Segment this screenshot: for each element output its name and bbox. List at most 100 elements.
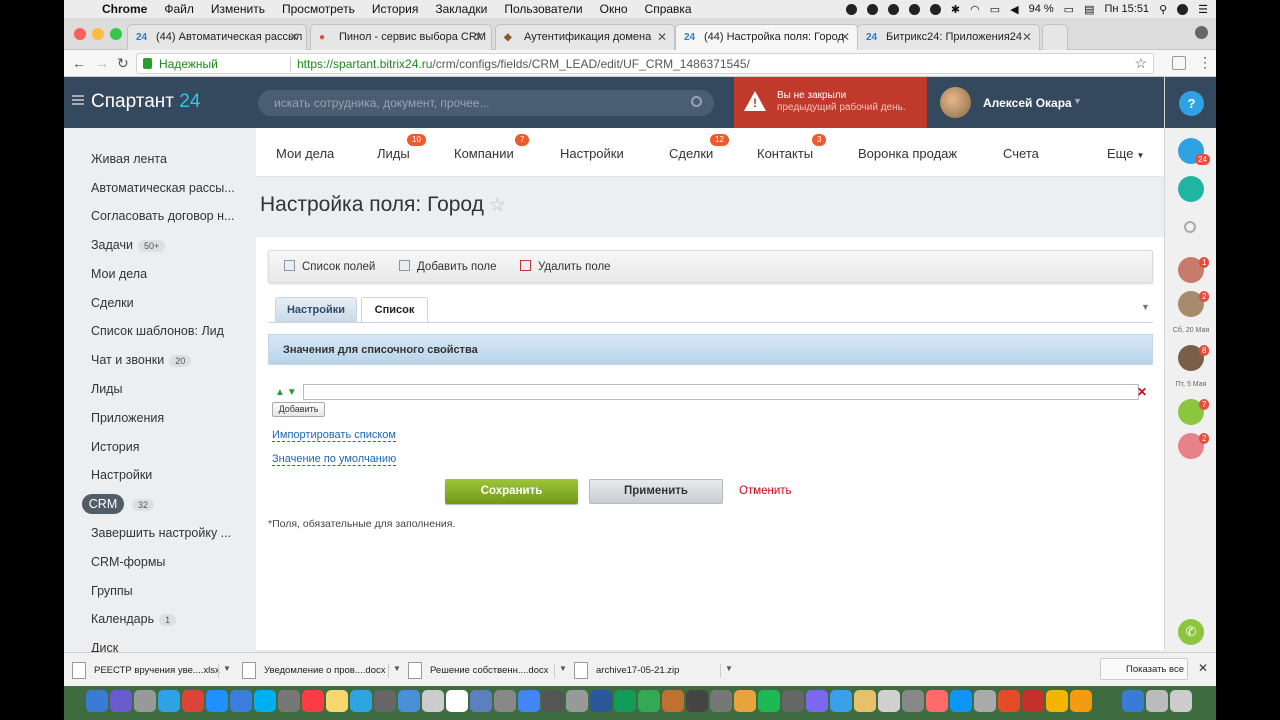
app-icon[interactable] <box>542 690 564 712</box>
music-icon[interactable] <box>302 690 324 712</box>
app-icon[interactable] <box>1146 690 1168 712</box>
word-icon[interactable] <box>590 690 612 712</box>
omnibox[interactable]: Надежный https://spartant.bitrix24.ru/cr… <box>136 53 1154 74</box>
app-icon[interactable] <box>1022 690 1044 712</box>
sidebar-item-finish-setup[interactable]: Завершить настройку ... <box>91 526 231 540</box>
menu-history[interactable]: История <box>372 2 419 16</box>
bluetooth-icon[interactable]: ✱ <box>951 3 960 16</box>
status-app-icon[interactable] <box>887 3 899 15</box>
app-icon[interactable] <box>518 690 540 712</box>
app-icon[interactable] <box>926 690 948 712</box>
sidebar-item-chat[interactable]: Чат и звонки 20 <box>91 353 192 367</box>
app-icon[interactable] <box>998 690 1020 712</box>
menu-users[interactable]: Пользователи <box>504 2 582 16</box>
sidebar-item-crm-forms[interactable]: CRM-формы <box>91 555 165 569</box>
portal-logo[interactable]: Спартант 24 <box>91 91 200 113</box>
menu-edit[interactable]: Изменить <box>211 2 265 16</box>
close-tab-icon[interactable]: ✕ <box>840 30 850 44</box>
system-preferences-icon[interactable] <box>974 690 996 712</box>
menu-burger-icon[interactable] <box>72 95 84 105</box>
phone-icon[interactable]: ✆ <box>1178 619 1204 645</box>
minimize-window-button[interactable] <box>92 28 104 40</box>
status-app-icon[interactable] <box>908 3 920 15</box>
launchpad-icon[interactable] <box>134 690 156 712</box>
app-icon[interactable] <box>422 690 444 712</box>
sidebar-item-calendar[interactable]: Календарь 1 <box>91 612 177 626</box>
app-icon[interactable] <box>614 690 636 712</box>
add-field-button[interactable]: Добавить поле <box>399 260 497 273</box>
chrome-icon[interactable] <box>182 690 204 712</box>
sidebar-item-crm[interactable]: CRM <box>82 494 124 514</box>
safari-icon[interactable] <box>206 690 228 712</box>
topmenu-funnel[interactable]: Воронка продаж <box>858 146 957 161</box>
download-item[interactable]: Решение собственн....docx ▼ <box>408 659 567 683</box>
favorite-star-icon[interactable]: ☆ <box>489 195 506 216</box>
delete-value-icon[interactable]: ✕ <box>1137 385 1147 399</box>
sidebar-item-settings[interactable]: Настройки <box>91 468 152 482</box>
sidebar-item-templates[interactable]: Список шаблонов: Лид <box>91 324 224 338</box>
sidebar-item-deals[interactable]: Сделки <box>91 296 134 310</box>
app-icon[interactable] <box>806 690 828 712</box>
topmenu-invoices[interactable]: Счета <box>1003 146 1039 161</box>
bookmark-star-icon[interactable]: ☆ <box>1134 55 1147 72</box>
profile-icon[interactable] <box>1195 26 1208 39</box>
close-tab-icon[interactable]: ✕ <box>289 30 299 44</box>
sidebar-item-contract[interactable]: Согласовать договор н... <box>91 209 234 223</box>
sidebar-item-leads[interactable]: Лиды <box>91 382 122 396</box>
topmenu-deals[interactable]: Сделки 12 <box>669 134 729 161</box>
list-value-input[interactable] <box>303 384 1139 400</box>
app-icon[interactable] <box>494 690 516 712</box>
skype-icon[interactable] <box>254 690 276 712</box>
download-item[interactable]: РЕЕСТР вручения уве....xlsx ▼ <box>72 659 231 683</box>
search-input[interactable]: искать сотрудника, документ, прочее... <box>258 90 714 116</box>
flag-icon[interactable]: ▤ <box>1084 3 1094 16</box>
app-icon[interactable] <box>902 690 924 712</box>
siri-icon[interactable] <box>110 690 132 712</box>
back-icon[interactable]: ← <box>72 55 86 71</box>
app-icon[interactable] <box>830 690 852 712</box>
clock[interactable]: Пн 15:51 <box>1104 3 1149 15</box>
workday-alert[interactable]: Вы не закрыли предыдущий рабочий день. <box>734 77 927 128</box>
menu-chrome[interactable]: Chrome <box>102 2 147 16</box>
close-downloads-icon[interactable]: ✕ <box>1198 661 1208 675</box>
default-value-link[interactable]: Значение по умолчанию <box>272 453 397 466</box>
sidebar-item-feed[interactable]: Живая лента <box>91 152 167 166</box>
sidebar-item-groups[interactable]: Группы <box>91 584 133 598</box>
app-icon[interactable] <box>758 690 780 712</box>
menu-help[interactable]: Справка <box>645 2 692 16</box>
battery-icon[interactable]: ▭ <box>1064 3 1074 16</box>
trash-icon[interactable] <box>1170 690 1192 712</box>
siri-icon[interactable] <box>1177 3 1189 15</box>
app-icon[interactable] <box>878 690 900 712</box>
close-window-button[interactable] <box>74 28 86 40</box>
topmenu-leads[interactable]: Лиды 10 <box>377 134 426 161</box>
sidebar-item-tasks[interactable]: Задачи 50+ <box>91 238 166 252</box>
topmenu-my-deals[interactable]: Мои дела <box>276 146 334 161</box>
sidebar-item-history[interactable]: История <box>91 440 139 454</box>
delete-field-button[interactable]: Удалить поле <box>520 260 611 273</box>
app-icon[interactable] <box>734 690 756 712</box>
sidebar-item-my-deals[interactable]: Мои дела <box>91 267 147 281</box>
topmenu-companies[interactable]: Компании 7 <box>454 134 530 161</box>
app-icon[interactable] <box>278 690 300 712</box>
browser-tab[interactable]: ◆ Аутентификация домена ✕ <box>495 24 675 50</box>
cancel-button[interactable]: Отменить <box>739 485 792 497</box>
download-item[interactable]: archive17-05-21.zip ▼ <box>574 659 733 683</box>
mail-icon[interactable] <box>398 690 420 712</box>
save-button[interactable]: Сохранить <box>445 479 578 504</box>
reload-icon[interactable]: ↻ <box>117 55 129 72</box>
fields-list-button[interactable]: Список полей <box>284 260 375 273</box>
topmenu-more[interactable]: Еще ▼ <box>1107 146 1144 161</box>
app-icon[interactable] <box>1070 690 1092 712</box>
extension-icon[interactable] <box>1172 56 1186 70</box>
airplay-icon[interactable]: ▭ <box>990 3 1000 16</box>
reorder-arrows-icon[interactable]: ▲▼ <box>275 387 299 398</box>
chrome-menu-icon[interactable]: ⋮ <box>1198 54 1212 71</box>
new-tab-button[interactable] <box>1042 24 1068 50</box>
tab-settings[interactable]: Настройки <box>275 297 357 323</box>
close-tab-icon[interactable]: ✕ <box>657 30 667 44</box>
browser-tab[interactable]: ● Пинол - сервис выбора CRM ✕ <box>310 24 492 50</box>
notification-center-icon[interactable]: ☰ <box>1198 3 1208 16</box>
zoom-window-button[interactable] <box>110 28 122 40</box>
app-icon[interactable] <box>782 690 804 712</box>
